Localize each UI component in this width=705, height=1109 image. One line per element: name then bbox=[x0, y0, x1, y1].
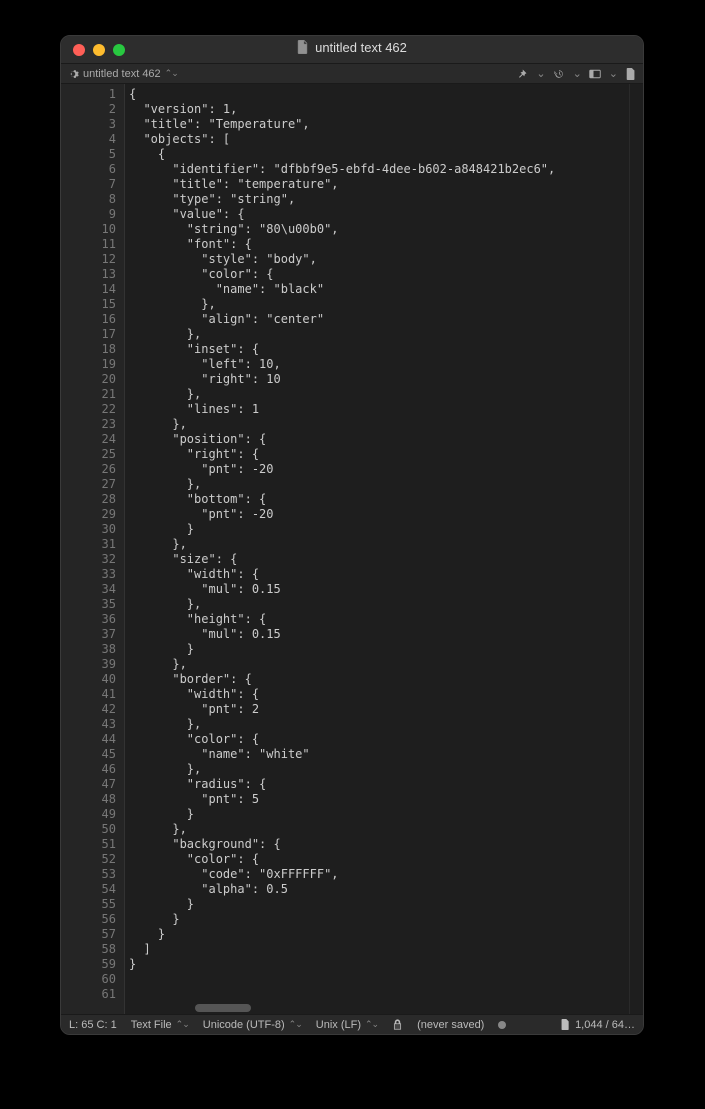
line-number: 42 bbox=[61, 702, 116, 717]
gear-icon[interactable] bbox=[67, 68, 79, 80]
line-number: 29 bbox=[61, 507, 116, 522]
line-number: 9 bbox=[61, 207, 116, 222]
line-number: 54 bbox=[61, 882, 116, 897]
traffic-lights bbox=[73, 44, 125, 56]
zoom-button[interactable] bbox=[113, 44, 125, 56]
saved-status: (never saved) bbox=[417, 1019, 484, 1031]
file-type-selector[interactable]: Text File⌃⌄ bbox=[131, 1019, 189, 1031]
line-number: 33 bbox=[61, 567, 116, 582]
line-number: 60 bbox=[61, 972, 116, 987]
code-content[interactable]: { "version": 1, "title": "Temperature", … bbox=[125, 84, 629, 990]
line-number: 59 bbox=[61, 957, 116, 972]
line-number: 13 bbox=[61, 267, 116, 282]
line-number: 4 bbox=[61, 132, 116, 147]
line-number: 5 bbox=[61, 147, 116, 162]
status-bar: L: 65 C: 1 Text File⌃⌄ Unicode (UTF-8)⌃⌄… bbox=[61, 1014, 643, 1034]
line-number: 50 bbox=[61, 822, 116, 837]
line-number: 21 bbox=[61, 387, 116, 402]
line-number: 44 bbox=[61, 732, 116, 747]
vertical-scrollbar[interactable] bbox=[629, 84, 643, 1014]
line-number: 14 bbox=[61, 282, 116, 297]
line-number: 7 bbox=[61, 177, 116, 192]
line-number: 35 bbox=[61, 597, 116, 612]
line-number: 36 bbox=[61, 612, 116, 627]
titlebar[interactable]: untitled text 462 bbox=[61, 36, 643, 64]
line-number: 56 bbox=[61, 912, 116, 927]
line-number: 19 bbox=[61, 357, 116, 372]
document-icon bbox=[297, 40, 309, 54]
cursor-position[interactable]: L: 65 C: 1 bbox=[69, 1019, 117, 1031]
line-number: 3 bbox=[61, 117, 116, 132]
line-number: 26 bbox=[61, 462, 116, 477]
line-number: 8 bbox=[61, 192, 116, 207]
line-number: 38 bbox=[61, 642, 116, 657]
line-number: 17 bbox=[61, 327, 116, 342]
line-number: 25 bbox=[61, 447, 116, 462]
line-number: 43 bbox=[61, 717, 116, 732]
line-number: 37 bbox=[61, 627, 116, 642]
line-number: 31 bbox=[61, 537, 116, 552]
minimize-button[interactable] bbox=[93, 44, 105, 56]
sidebar-icon[interactable] bbox=[589, 68, 601, 80]
line-number: 57 bbox=[61, 927, 116, 942]
line-number: 2 bbox=[61, 102, 116, 117]
line-number: 30 bbox=[61, 522, 116, 537]
line-number: 27 bbox=[61, 477, 116, 492]
line-number: 10 bbox=[61, 222, 116, 237]
line-number: 46 bbox=[61, 762, 116, 777]
document-path[interactable]: untitled text 462 bbox=[83, 68, 161, 80]
line-number: 12 bbox=[61, 252, 116, 267]
editor-window: untitled text 462 untitled text 462 ⌃⌄ ⌄… bbox=[60, 35, 644, 1035]
line-number: 45 bbox=[61, 747, 116, 762]
line-number: 41 bbox=[61, 687, 116, 702]
line-number: 22 bbox=[61, 402, 116, 417]
line-number: 20 bbox=[61, 372, 116, 387]
line-number: 24 bbox=[61, 432, 116, 447]
line-number: 28 bbox=[61, 492, 116, 507]
history-icon[interactable] bbox=[553, 68, 565, 80]
line-number: 58 bbox=[61, 942, 116, 957]
line-number: 11 bbox=[61, 237, 116, 252]
line-number: 34 bbox=[61, 582, 116, 597]
line-number-gutter[interactable]: 1234567891011121314151617181920212223242… bbox=[61, 84, 125, 1014]
chevron-down-icon-2[interactable]: ⌄ bbox=[573, 67, 581, 80]
line-number: 51 bbox=[61, 837, 116, 852]
document-icon-small[interactable] bbox=[625, 68, 637, 80]
line-number: 52 bbox=[61, 852, 116, 867]
line-number: 49 bbox=[61, 807, 116, 822]
line-number: 48 bbox=[61, 792, 116, 807]
line-number: 18 bbox=[61, 342, 116, 357]
pin-icon[interactable] bbox=[516, 68, 528, 80]
line-number: 23 bbox=[61, 417, 116, 432]
line-number: 55 bbox=[61, 897, 116, 912]
line-number: 53 bbox=[61, 867, 116, 882]
chevron-down-icon[interactable]: ⌄ bbox=[536, 67, 544, 80]
line-number: 40 bbox=[61, 672, 116, 687]
line-number: 1 bbox=[61, 87, 116, 102]
encoding-selector[interactable]: Unicode (UTF-8)⌃⌄ bbox=[203, 1019, 302, 1031]
horizontal-scrollbar[interactable] bbox=[193, 1002, 611, 1014]
line-number: 61 bbox=[61, 987, 116, 1002]
line-number: 39 bbox=[61, 657, 116, 672]
modified-indicator-icon bbox=[498, 1021, 506, 1029]
path-bar: untitled text 462 ⌃⌄ ⌄ ⌄ ⌄ bbox=[61, 64, 643, 84]
close-button[interactable] bbox=[73, 44, 85, 56]
line-number: 16 bbox=[61, 312, 116, 327]
line-number: 32 bbox=[61, 552, 116, 567]
line-number: 15 bbox=[61, 297, 116, 312]
editor-area: 1234567891011121314151617181920212223242… bbox=[61, 84, 643, 1014]
chevron-down-icon-3[interactable]: ⌄ bbox=[609, 67, 617, 80]
lock-icon[interactable] bbox=[392, 1019, 403, 1030]
line-number: 47 bbox=[61, 777, 116, 792]
horizontal-scrollbar-thumb[interactable] bbox=[195, 1004, 251, 1012]
window-title: untitled text 462 bbox=[315, 40, 407, 55]
line-endings-selector[interactable]: Unix (LF)⌃⌄ bbox=[316, 1019, 378, 1031]
document-stats[interactable]: 1,044 / 64… bbox=[560, 1019, 635, 1031]
line-number: 6 bbox=[61, 162, 116, 177]
path-stepper-icon[interactable]: ⌃⌄ bbox=[165, 68, 178, 79]
